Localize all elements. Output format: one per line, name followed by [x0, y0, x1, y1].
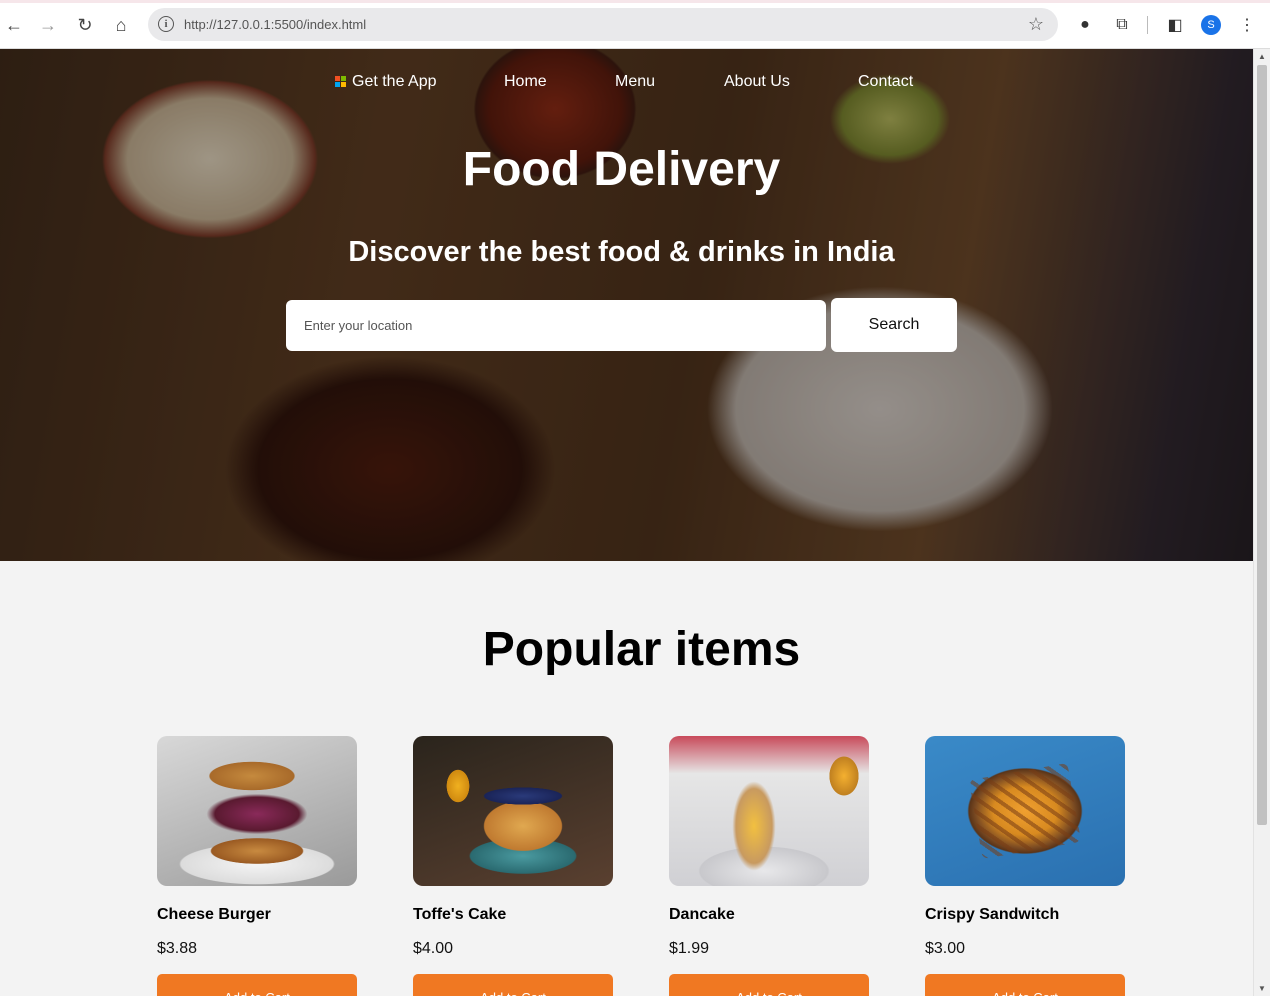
product-card: Toffe's Cake $4.00 Add to Cart: [413, 736, 613, 996]
address-url[interactable]: http://127.0.0.1:5500/index.html: [184, 17, 366, 32]
scroll-up-arrow-icon[interactable]: ▲: [1257, 52, 1267, 61]
address-bar[interactable]: i http://127.0.0.1:5500/index.html ☆: [148, 8, 1058, 41]
product-name: Crispy Sandwitch: [925, 906, 1060, 923]
browser-toolbar: ← → ↻ ⌂ i http://127.0.0.1:5500/index.ht…: [0, 0, 1270, 49]
app-grid-icon: [335, 76, 346, 87]
page-scrollbar[interactable]: ▲ ▼: [1253, 49, 1270, 996]
add-to-cart-button[interactable]: Add to Cart: [669, 974, 869, 996]
extensions-puzzle-icon[interactable]: ⧉: [1111, 14, 1133, 36]
product-price: $3.00: [925, 940, 966, 957]
browser-menu-icon[interactable]: ⋮: [1236, 14, 1258, 36]
product-price: $1.99: [669, 940, 710, 957]
hero-subtitle: Discover the best food & drinks in India: [348, 236, 895, 268]
add-to-cart-button[interactable]: Add to Cart: [925, 974, 1125, 996]
popular-items-title: Popular items: [482, 623, 801, 676]
nav-contact[interactable]: Contact: [858, 73, 913, 91]
crispy-sandwitch-image: [925, 736, 1125, 886]
profile-avatar[interactable]: S: [1201, 15, 1221, 35]
nav-menu[interactable]: Menu: [615, 73, 655, 91]
location-input[interactable]: [286, 300, 826, 351]
toffes-cake-image: [413, 736, 613, 886]
tab-strip-edge: [0, 0, 1270, 3]
scroll-down-arrow-icon[interactable]: ▼: [1257, 984, 1267, 993]
cheese-burger-image: [157, 736, 357, 886]
nav-home[interactable]: Home: [504, 73, 547, 91]
nav-label: Get the App: [352, 73, 437, 90]
product-price: $4.00: [413, 940, 454, 957]
back-icon[interactable]: ←: [3, 14, 25, 36]
site-info-icon[interactable]: i: [158, 16, 174, 32]
home-icon[interactable]: ⌂: [110, 14, 132, 36]
toolbar-divider: [1147, 16, 1148, 34]
reload-icon[interactable]: ↻: [74, 14, 96, 36]
search-button[interactable]: Search: [831, 298, 957, 352]
add-to-cart-button[interactable]: Add to Cart: [157, 974, 357, 996]
product-card: Cheese Burger $3.88 Add to Cart: [157, 736, 357, 996]
product-name: Cheese Burger: [157, 906, 271, 923]
dancake-image: [669, 736, 869, 886]
forward-icon[interactable]: →: [37, 14, 59, 36]
product-name: Toffe's Cake: [413, 906, 507, 923]
product-name: Dancake: [669, 906, 735, 923]
product-card: Dancake $1.99 Add to Cart: [669, 736, 869, 996]
nav-get-the-app[interactable]: Get the App: [335, 73, 437, 91]
hero-title: Food Delivery: [462, 143, 781, 196]
bookmark-star-icon[interactable]: ☆: [1028, 14, 1044, 35]
scrollbar-thumb[interactable]: [1257, 65, 1267, 825]
page-viewport: Get the App Home Menu About Us Contact F…: [0, 49, 1253, 996]
side-panel-icon[interactable]: ◧: [1164, 14, 1186, 36]
product-price: $3.88: [157, 940, 198, 957]
product-card: Crispy Sandwitch $3.00 Add to Cart: [925, 736, 1125, 996]
cookie-extension-icon[interactable]: ●: [1074, 14, 1096, 36]
hero-section: Get the App Home Menu About Us Contact F…: [0, 49, 1253, 561]
add-to-cart-button[interactable]: Add to Cart: [413, 974, 613, 996]
top-navigation: Get the App Home Menu About Us Contact: [0, 73, 1253, 97]
nav-about-us[interactable]: About Us: [724, 73, 790, 91]
